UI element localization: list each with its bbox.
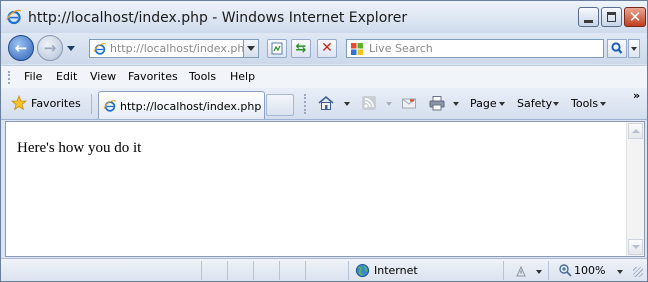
feeds-icon[interactable] <box>360 94 378 112</box>
tab-page-icon <box>103 100 117 112</box>
home-icon[interactable] <box>317 94 335 112</box>
tab-label: http://localhost/index.php <box>120 100 262 113</box>
tools-menu-button[interactable]: Tools <box>571 97 598 110</box>
toolbar-overflow-chevron-icon[interactable]: » <box>633 89 640 102</box>
divider <box>91 94 92 114</box>
security-zone-label[interactable]: Internet <box>374 264 418 277</box>
status-divider <box>201 261 202 280</box>
refresh-icon: ⇆ <box>295 41 307 56</box>
forward-button[interactable]: → <box>37 35 63 61</box>
menu-tools[interactable]: Tools <box>189 70 216 83</box>
ie-window: http://localhost/index.php - Windows Int… <box>0 0 648 282</box>
scroll-up-arrow-icon[interactable] <box>628 123 643 139</box>
favorites-button[interactable]: Favorites <box>31 97 81 110</box>
title-bar[interactable]: http://localhost/index.php - Windows Int… <box>1 1 647 33</box>
recent-pages-dropdown[interactable] <box>67 46 75 51</box>
minimize-button[interactable] <box>578 7 599 27</box>
back-button[interactable]: ← <box>8 35 34 61</box>
maximize-button[interactable] <box>601 7 622 27</box>
search-placeholder: Live Search <box>369 42 433 55</box>
forward-arrow-icon: → <box>43 39 57 57</box>
address-text: http://localhost/index.php <box>110 42 251 55</box>
back-arrow-icon: ← <box>14 39 28 57</box>
feeds-dropdown[interactable] <box>386 102 392 106</box>
tab-localhost[interactable]: http://localhost/index.php <box>98 91 265 119</box>
status-divider <box>227 261 228 280</box>
search-input[interactable]: Live Search <box>346 39 604 58</box>
internet-zone-globe-icon <box>355 263 370 278</box>
minimize-icon <box>584 20 593 23</box>
print-icon[interactable] <box>428 94 446 112</box>
search-options-dropdown[interactable] <box>628 39 640 58</box>
window-title: http://localhost/index.php - Windows Int… <box>28 10 408 26</box>
page-menu-button[interactable]: Page <box>470 97 497 110</box>
new-tab-button[interactable] <box>266 94 294 116</box>
stop-icon: ✕ <box>321 40 333 56</box>
menu-favorites[interactable]: Favorites <box>128 70 178 83</box>
page-menu-dropdown-icon <box>499 102 505 106</box>
compatibility-view-button[interactable] <box>267 39 287 58</box>
safety-menu-button[interactable]: Safety <box>517 97 552 110</box>
home-dropdown[interactable] <box>344 102 350 106</box>
status-divider <box>548 261 549 280</box>
favorites-command-bar: Favorites http://localhost/index.php Pag… <box>1 88 647 120</box>
vertical-scrollbar[interactable] <box>626 122 644 256</box>
zoom-dropdown[interactable] <box>617 270 623 274</box>
status-divider <box>279 261 280 280</box>
address-scheme-host: http://localhost <box>110 42 194 55</box>
stop-button[interactable]: ✕ <box>317 39 337 58</box>
protected-mode-icon[interactable] <box>514 264 528 278</box>
safety-menu-dropdown-icon <box>553 102 559 106</box>
page-icon <box>93 43 107 55</box>
page-body-text: Here's how you do it <box>17 140 142 156</box>
maximize-icon <box>607 12 616 22</box>
print-dropdown[interactable] <box>453 102 459 106</box>
scroll-down-arrow-icon[interactable] <box>628 239 643 255</box>
close-icon: ✕ <box>628 8 642 26</box>
page-viewport[interactable]: Here's how you do it <box>5 121 645 257</box>
favorites-star-icon <box>11 95 27 111</box>
menu-file[interactable]: File <box>24 70 42 83</box>
toolbar-grip[interactable] <box>8 71 12 84</box>
toolbar-grip[interactable] <box>304 94 308 114</box>
status-bar: Internet 100% <box>1 258 647 281</box>
status-divider <box>503 261 504 280</box>
menu-bar: File Edit View Favorites Tools Help <box>1 65 647 89</box>
address-toolbar: ← → http://localhost/index.php ⇆ ✕ Live … <box>1 33 647 64</box>
refresh-button[interactable]: ⇆ <box>291 39 311 58</box>
close-button[interactable]: ✕ <box>624 7 646 27</box>
windows-live-icon <box>351 43 363 55</box>
zoom-icon <box>559 264 572 277</box>
menu-edit[interactable]: Edit <box>56 70 77 83</box>
tools-menu-dropdown-icon <box>600 102 606 106</box>
menu-view[interactable]: View <box>90 70 116 83</box>
address-dropdown-button[interactable] <box>243 39 259 58</box>
zoom-level[interactable]: 100% <box>574 264 605 277</box>
compatibility-view-icon <box>271 42 283 55</box>
status-divider <box>348 261 349 280</box>
address-bar[interactable]: http://localhost/index.php <box>89 39 259 58</box>
menu-help[interactable]: Help <box>230 70 255 83</box>
protected-mode-dropdown[interactable] <box>536 270 542 274</box>
search-icon <box>611 42 623 54</box>
resize-grip[interactable] <box>633 267 643 277</box>
read-mail-icon[interactable] <box>400 94 418 112</box>
ie-logo-icon <box>6 9 22 25</box>
status-divider <box>253 261 254 280</box>
status-divider <box>305 261 306 280</box>
search-button[interactable] <box>607 39 627 58</box>
